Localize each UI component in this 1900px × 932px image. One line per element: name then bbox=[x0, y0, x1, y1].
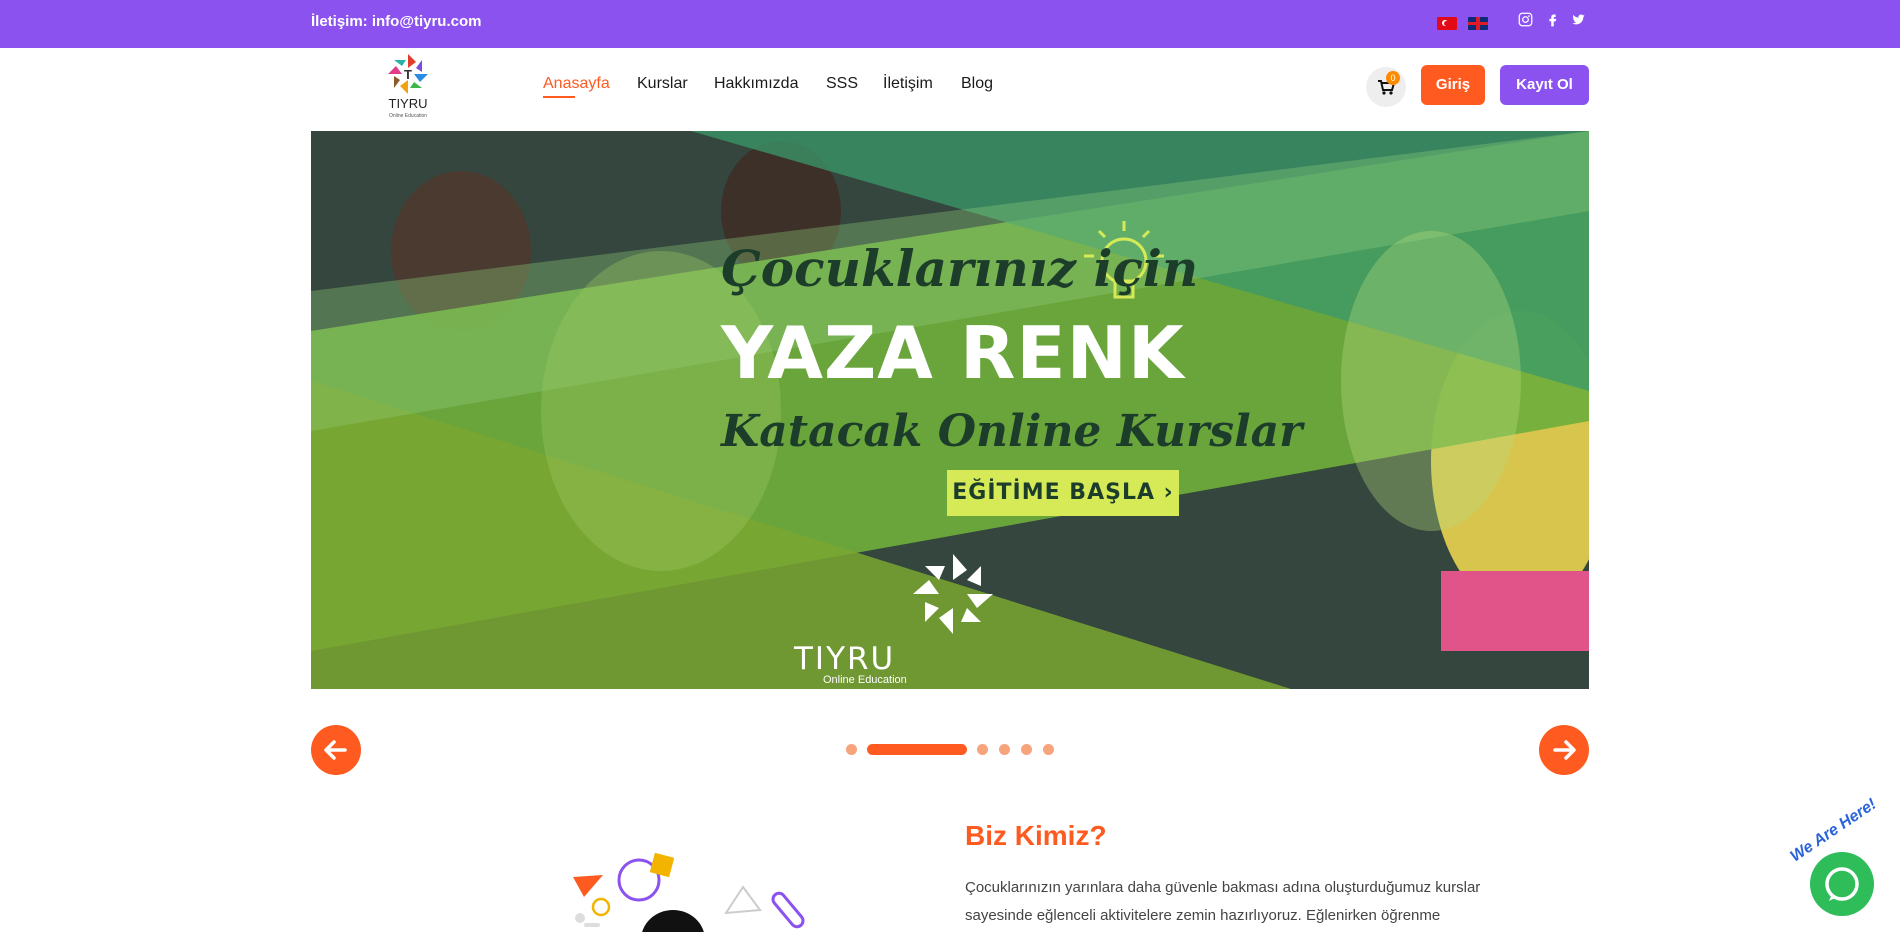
slider-dot[interactable] bbox=[977, 744, 988, 755]
tiyru-logo[interactable]: T TIYRU Online Education bbox=[376, 50, 440, 120]
facebook-icon[interactable] bbox=[1545, 12, 1560, 27]
svg-text:Online Education: Online Education bbox=[389, 113, 427, 119]
hero-cta-label: EĞİTİME BAŞLA bbox=[952, 480, 1155, 505]
nav-hakkimizda[interactable]: Hakkımızda bbox=[714, 75, 798, 93]
hero-headline-1: Çocuklarınız için bbox=[721, 239, 1199, 298]
about-title: Biz Kimiz? bbox=[965, 820, 1107, 851]
slider-prev-button[interactable] bbox=[311, 725, 361, 775]
english-flag-icon[interactable] bbox=[1468, 17, 1488, 30]
instagram-icon[interactable] bbox=[1518, 12, 1533, 27]
hero-brand-text: TIYRU bbox=[794, 641, 896, 677]
nav-anasayfa[interactable]: Anasayfa bbox=[543, 75, 610, 93]
nav-sss[interactable]: SSS bbox=[826, 75, 858, 93]
cart-icon bbox=[1378, 80, 1396, 95]
twitter-icon[interactable] bbox=[1570, 12, 1587, 27]
chat-button[interactable] bbox=[1810, 852, 1874, 916]
main-header bbox=[0, 48, 1900, 131]
register-button[interactable]: Kayıt Ol bbox=[1500, 65, 1589, 105]
about-description: Çocuklarınızın yarınlara daha güvenle ba… bbox=[965, 879, 1481, 924]
cart-button[interactable] bbox=[1366, 67, 1406, 107]
hero-headline-3: Katacak Online Kurslar bbox=[721, 406, 1303, 457]
slider-dot[interactable] bbox=[999, 744, 1010, 755]
hero-cta-button[interactable]: EĞİTİME BAŞLA › bbox=[947, 470, 1179, 516]
slider-dot[interactable] bbox=[1021, 744, 1032, 755]
slider-dot[interactable] bbox=[1043, 744, 1054, 755]
turkish-flag-icon[interactable] bbox=[1437, 17, 1457, 30]
hero-brand-subtext: Online Education bbox=[823, 674, 907, 686]
svg-text:TIYRU: TIYRU bbox=[389, 96, 428, 111]
about-illustration bbox=[573, 852, 805, 932]
login-button[interactable]: Giriş bbox=[1421, 65, 1485, 105]
nav-blog[interactable]: Blog bbox=[961, 75, 993, 93]
hero-headline-2: YAZA RENK bbox=[721, 311, 1185, 395]
hero-slide[interactable]: Çocuklarınız için YAZA RENK Katacak Onli… bbox=[311, 131, 1589, 689]
svg-text:T: T bbox=[404, 67, 412, 82]
arrow-left-icon bbox=[324, 740, 347, 760]
arrow-right-icon bbox=[1553, 740, 1576, 760]
slider-dot-active[interactable] bbox=[867, 744, 967, 755]
cart-count-badge: 0 bbox=[1386, 71, 1400, 85]
slider-dot[interactable] bbox=[846, 744, 857, 755]
slider-next-button[interactable] bbox=[1539, 725, 1589, 775]
nav-kurslar[interactable]: Kurslar bbox=[637, 75, 688, 93]
chat-icon bbox=[1825, 867, 1859, 901]
nav-iletisim[interactable]: İletişim bbox=[883, 75, 933, 93]
nav-active-indicator bbox=[543, 96, 575, 98]
top-bar: İletişim: info@tiyru.com bbox=[0, 0, 1900, 48]
contact-email[interactable]: İletişim: info@tiyru.com bbox=[311, 13, 481, 30]
